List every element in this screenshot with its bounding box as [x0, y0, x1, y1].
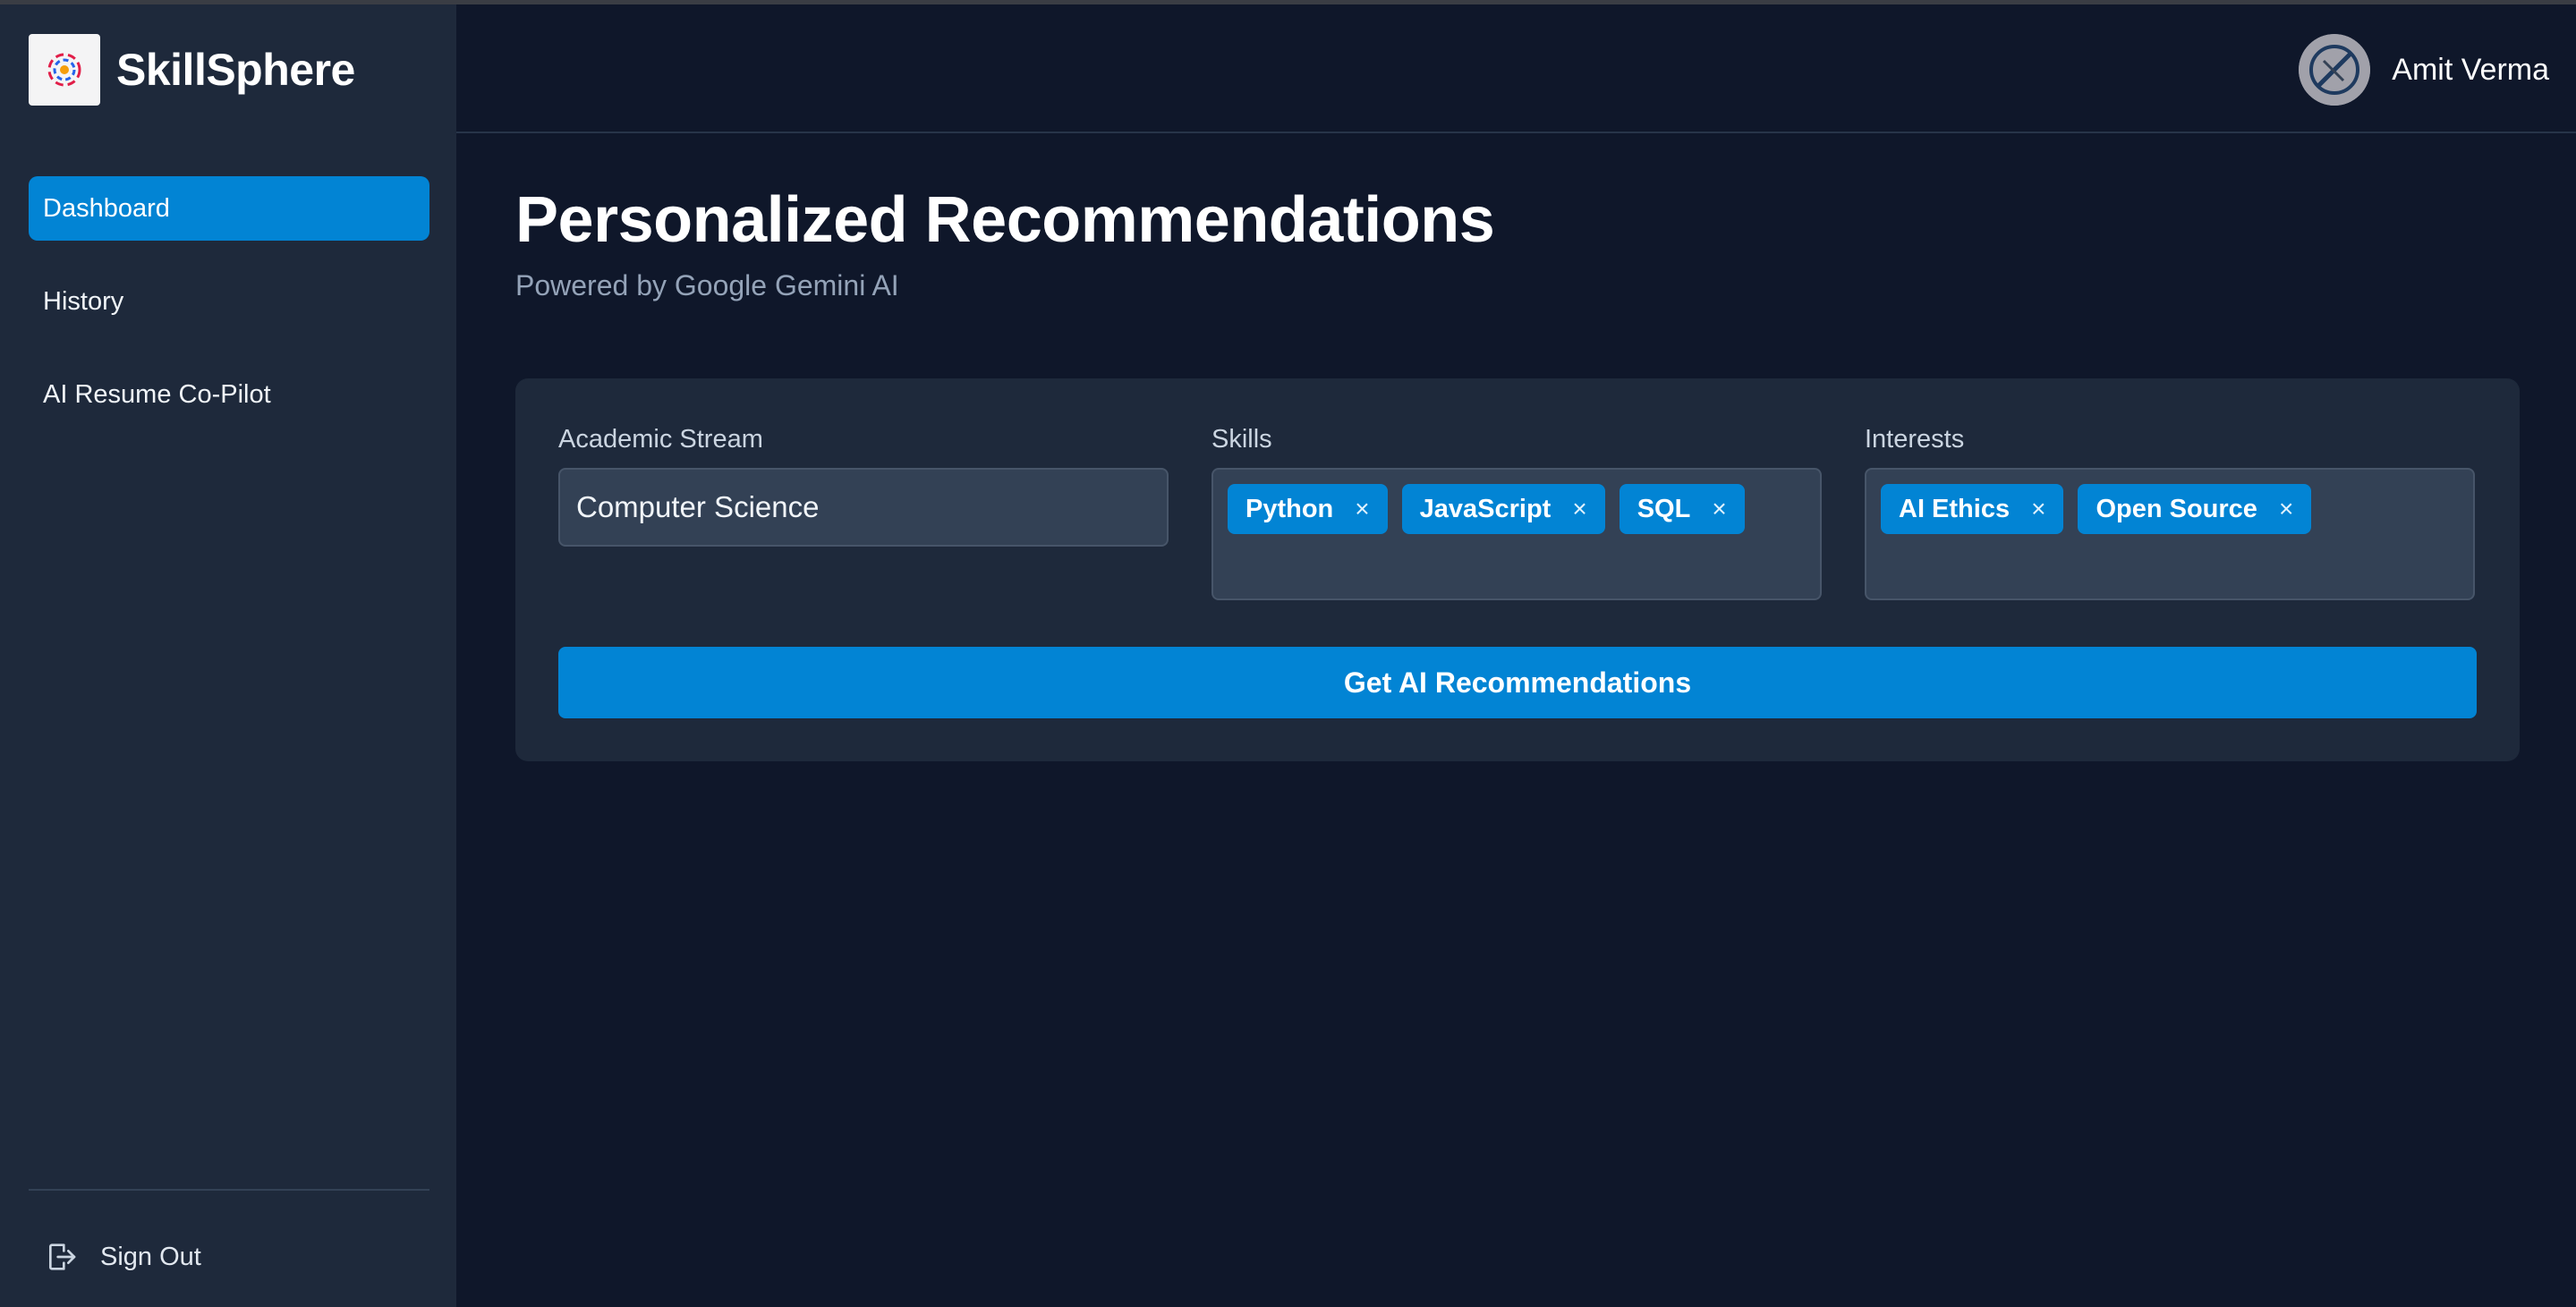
- top-header: Amit Verma: [456, 4, 2576, 133]
- sidebar: SkillSphere Dashboard History AI Resume …: [0, 4, 456, 1307]
- skills-label: Skills: [1211, 425, 1272, 454]
- recommendation-form: Academic Stream Computer Science Skills …: [515, 378, 2520, 761]
- page-title: Personalized Recommendations: [515, 184, 1495, 256]
- remove-tag-icon[interactable]: ×: [1572, 495, 1586, 523]
- sign-out-button[interactable]: Sign Out: [43, 1234, 201, 1280]
- page-subtitle: Powered by Google Gemini AI: [515, 269, 899, 301]
- remove-tag-icon[interactable]: ×: [1712, 495, 1726, 523]
- user-menu[interactable]: Amit Verma: [2299, 33, 2549, 106]
- interest-tag: Open Source ×: [2078, 484, 2312, 534]
- skill-tag: JavaScript ×: [1401, 484, 1605, 534]
- sidebar-item-ai-resume-co-pilot[interactable]: AI Resume Co-Pilot: [29, 362, 429, 427]
- skill-tag-label: JavaScript: [1419, 494, 1552, 523]
- skill-tag: SQL ×: [1619, 484, 1745, 534]
- sidebar-item-history[interactable]: History: [29, 269, 429, 334]
- interest-tag-label: AI Ethics: [1899, 494, 2011, 523]
- user-name: Amit Verma: [2392, 52, 2549, 87]
- skills-tag-input[interactable]: Python × JavaScript × SQL ×: [1211, 468, 1822, 600]
- interest-tag-label: Open Source: [2096, 494, 2257, 523]
- app-logo: [29, 34, 100, 106]
- get-recommendations-button[interactable]: Get AI Recommendations: [558, 647, 2477, 718]
- sign-out-icon: [49, 1243, 76, 1270]
- interests-field: Interests AI Ethics × Open Source ×: [1865, 423, 2475, 600]
- skill-tag-label: Python: [1245, 494, 1334, 523]
- skill-tag: Python ×: [1228, 484, 1388, 534]
- remove-tag-icon[interactable]: ×: [2279, 495, 2293, 523]
- sidebar-divider: [29, 1189, 429, 1191]
- interests-label: Interests: [1865, 425, 1965, 454]
- main-heading: Personalized Recommendations Powered by …: [515, 183, 1495, 302]
- academic-stream-input[interactable]: Computer Science: [558, 468, 1169, 547]
- academic-stream-field: Academic Stream Computer Science: [558, 423, 1169, 547]
- remove-tag-icon[interactable]: ×: [2031, 495, 2045, 523]
- brand[interactable]: SkillSphere: [29, 33, 355, 106]
- academic-stream-label: Academic Stream: [558, 425, 763, 454]
- app-name: SkillSphere: [116, 45, 355, 95]
- skills-field: Skills Python × JavaScript × SQL ×: [1211, 423, 1822, 600]
- sign-out-label: Sign Out: [100, 1242, 201, 1271]
- skill-tag-label: SQL: [1637, 494, 1691, 523]
- interest-tag: AI Ethics ×: [1881, 484, 2064, 534]
- interests-tag-input[interactable]: AI Ethics × Open Source ×: [1865, 468, 2475, 600]
- remove-tag-icon[interactable]: ×: [1355, 495, 1369, 523]
- sidebar-item-dashboard[interactable]: Dashboard: [29, 176, 429, 241]
- avatar: [2299, 34, 2371, 106]
- sidebar-nav: Dashboard History AI Resume Co-Pilot: [29, 176, 429, 455]
